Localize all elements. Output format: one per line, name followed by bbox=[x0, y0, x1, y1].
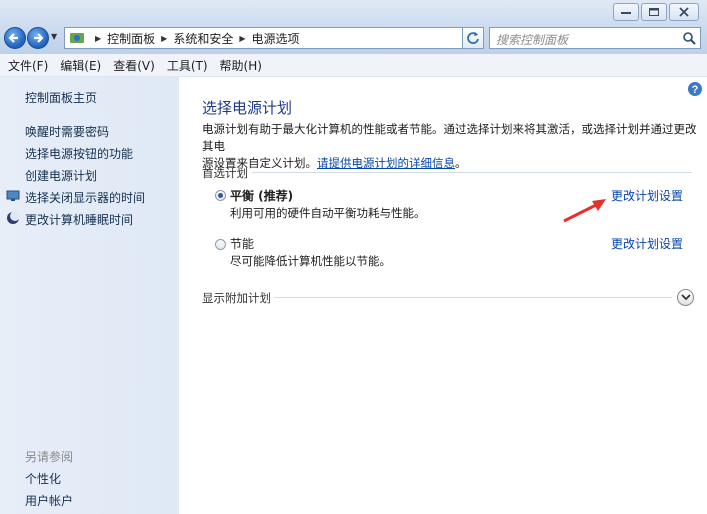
sidebar-sleep-time[interactable]: 更改计算机睡眠时间 bbox=[25, 211, 133, 228]
breadcrumb-control-panel[interactable]: 控制面板 bbox=[107, 30, 155, 47]
main-content: ? 选择电源计划 电源计划有助于最大化计算机的性能或者节能。通过选择计划来将其激… bbox=[180, 77, 707, 514]
back-arrow-icon bbox=[8, 33, 18, 43]
svg-text:?: ? bbox=[692, 84, 699, 96]
balanced-change-settings-link[interactable]: 更改计划设置 bbox=[611, 187, 683, 204]
moon-icon bbox=[7, 211, 20, 224]
monitor-icon bbox=[6, 190, 20, 201]
description-line-1: 电源计划有助于最大化计算机的性能或者节能。通过选择计划来将其激活，或选择计划并通… bbox=[202, 122, 697, 153]
page-title: 选择电源计划 bbox=[202, 99, 293, 117]
menu-view[interactable]: 查看(V) bbox=[113, 57, 155, 74]
breadcrumb-system-security[interactable]: 系统和安全 bbox=[173, 30, 233, 47]
balanced-plan-name[interactable]: 平衡 (推荐) bbox=[230, 187, 293, 204]
menu-tools[interactable]: 工具(T) bbox=[167, 57, 208, 74]
refresh-icon bbox=[467, 32, 479, 44]
search-placeholder: 搜索控制面板 bbox=[496, 33, 569, 47]
close-icon bbox=[679, 7, 689, 17]
menu-edit[interactable]: 编辑(E) bbox=[60, 57, 101, 74]
sidebar-power-button[interactable]: 选择电源按钮的功能 bbox=[25, 145, 133, 162]
chevron-down-icon bbox=[681, 294, 691, 301]
sidebar-require-password[interactable]: 唤醒时需要密码 bbox=[25, 123, 109, 140]
sidebar: 控制面板主页 唤醒时需要密码 选择电源按钮的功能 创建电源计划 选择关闭显示器的… bbox=[0, 77, 179, 514]
breadcrumb-separator: ▶ bbox=[161, 33, 168, 43]
breadcrumb-separator: ▶ bbox=[239, 33, 246, 43]
maximize-button[interactable] bbox=[641, 3, 667, 21]
balanced-plan-radio[interactable] bbox=[215, 190, 226, 201]
sidebar-personalization[interactable]: 个性化 bbox=[25, 470, 61, 487]
title-bar: ▼ ▶ 控制面板 ▶ 系统和安全 ▶ 电源选项 ▼ 搜索控制面板 bbox=[0, 0, 707, 54]
balanced-plan-description: 利用可用的硬件自动平衡功耗与性能。 bbox=[230, 206, 426, 220]
help-icon[interactable]: ? bbox=[687, 81, 703, 97]
power-saver-plan-name[interactable]: 节能 bbox=[230, 235, 254, 252]
expand-additional-plans-button[interactable] bbox=[677, 289, 694, 306]
description-line-2: 源设置来自定义计划。请提供电源计划的详细信息。 bbox=[202, 155, 702, 172]
address-bar[interactable]: ▶ 控制面板 ▶ 系统和安全 ▶ 电源选项 ▼ bbox=[64, 27, 482, 49]
back-button[interactable] bbox=[4, 27, 26, 49]
see-also-heading: 另请参阅 bbox=[25, 450, 74, 464]
navigation-row: ▼ ▶ 控制面板 ▶ 系统和安全 ▶ 电源选项 ▼ 搜索控制面板 bbox=[0, 24, 707, 52]
close-button[interactable] bbox=[669, 3, 699, 21]
search-icon[interactable] bbox=[682, 31, 696, 45]
description-end: 。 bbox=[455, 156, 467, 170]
preferred-plans-divider bbox=[252, 172, 692, 173]
additional-plans-divider bbox=[274, 297, 672, 298]
sidebar-create-plan[interactable]: 创建电源计划 bbox=[25, 167, 97, 184]
minimize-button[interactable] bbox=[613, 3, 639, 21]
plan-details-link[interactable]: 请提供电源计划的详细信息 bbox=[317, 156, 455, 170]
breadcrumb-separator: ▶ bbox=[95, 33, 102, 43]
sidebar-control-panel-home[interactable]: 控制面板主页 bbox=[25, 89, 97, 106]
search-input[interactable]: 搜索控制面板 bbox=[489, 27, 701, 49]
red-arrow-annotation bbox=[563, 199, 606, 223]
window-controls bbox=[613, 3, 699, 21]
minimize-icon bbox=[621, 12, 631, 14]
control-panel-icon bbox=[70, 33, 84, 43]
menu-file[interactable]: 文件(F) bbox=[8, 57, 48, 74]
additional-plans-label[interactable]: 显示附加计划 bbox=[202, 290, 271, 306]
sidebar-display-off[interactable]: 选择关闭显示器的时间 bbox=[25, 189, 145, 206]
power-saver-plan-radio[interactable] bbox=[215, 239, 226, 250]
power-saver-plan-description: 尽可能降低计算机性能以节能。 bbox=[230, 254, 391, 268]
preferred-plans-label: 首选计划 bbox=[202, 166, 248, 180]
sidebar-user-accounts[interactable]: 用户帐户 bbox=[25, 492, 73, 509]
forward-arrow-icon bbox=[34, 33, 44, 43]
breadcrumb-power-options[interactable]: 电源选项 bbox=[252, 30, 300, 47]
menu-bar: 文件(F) 编辑(E) 查看(V) 工具(T) 帮助(H) bbox=[0, 54, 707, 77]
maximize-icon bbox=[649, 8, 659, 16]
menu-help[interactable]: 帮助(H) bbox=[220, 57, 262, 74]
power-saver-change-settings-link[interactable]: 更改计划设置 bbox=[611, 235, 683, 252]
forward-button[interactable] bbox=[27, 27, 49, 49]
refresh-button[interactable] bbox=[462, 27, 484, 49]
recent-pages-dropdown[interactable]: ▼ bbox=[51, 32, 57, 41]
page-description: 电源计划有助于最大化计算机的性能或者节能。通过选择计划来将其激活，或选择计划并通… bbox=[202, 121, 702, 172]
